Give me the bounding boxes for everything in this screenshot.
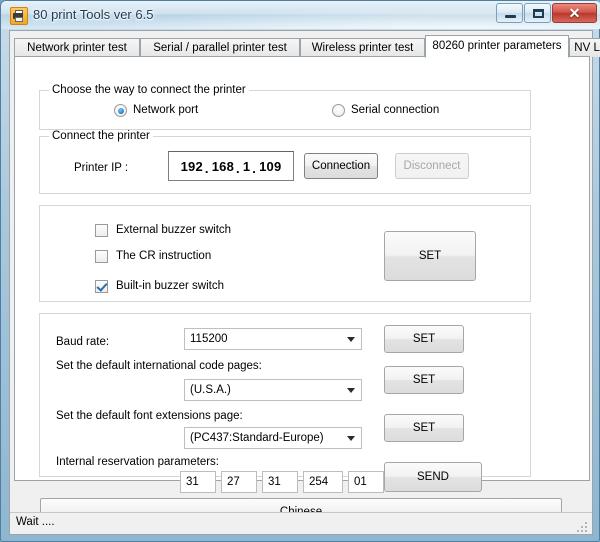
maximize-button[interactable]	[524, 3, 551, 23]
send-button[interactable]: SEND	[384, 462, 482, 492]
connect-printer-legend: Connect the printer	[49, 130, 153, 142]
reservation-input-3[interactable]: 31	[262, 471, 298, 493]
radio-serial-connection-label: Serial connection	[351, 104, 440, 116]
chevron-down-icon	[347, 436, 355, 441]
ip-octet-1[interactable]: 192	[180, 159, 204, 174]
close-button[interactable]: ✕	[552, 3, 597, 23]
code-pages-label: Set the default international code pages…	[56, 360, 262, 372]
reservation-input-2[interactable]: 27	[221, 471, 257, 493]
title-bar[interactable]: 80 print Tools ver 6.5 ✕	[1, 1, 600, 29]
tab-80260-printer-parameters[interactable]: 80260 printer parameters	[425, 35, 569, 58]
baud-rate-combo[interactable]: 115200	[184, 328, 362, 350]
printer-icon	[10, 7, 28, 25]
parameters-group: Baud rate: 115200 SET Set the default in…	[39, 313, 531, 493]
font-extensions-value: (PC437:Standard-Europe)	[190, 432, 324, 444]
minimize-button[interactable]	[496, 3, 523, 23]
caption-buttons: ✕	[496, 3, 597, 25]
connect-printer-group: Connect the printer Printer IP : 192 . 1…	[39, 130, 531, 194]
printer-icon-output	[15, 17, 23, 22]
status-text: Wait ....	[16, 516, 55, 528]
ip-octet-2[interactable]: 168	[211, 159, 235, 174]
chevron-down-icon	[347, 388, 355, 393]
maximize-icon	[533, 9, 544, 18]
ip-octet-4[interactable]: 109	[258, 159, 282, 174]
font-extensions-set-button[interactable]: SET	[384, 414, 464, 442]
tab-serial-parallel-printer-test[interactable]: Serial / parallel printer test	[140, 38, 300, 57]
checkbox-external-buzzer-switch[interactable]	[95, 224, 108, 237]
chevron-down-icon	[347, 337, 355, 342]
ip-separator-3: .	[252, 160, 257, 176]
reservation-input-1[interactable]: 31	[180, 471, 216, 493]
resize-grip[interactable]	[577, 520, 589, 532]
client-area: Network printer test Serial / parallel p…	[9, 30, 600, 535]
application-window: 80 print Tools ver 6.5 ✕ Network printer…	[0, 0, 600, 542]
status-bar: Wait ....	[10, 512, 592, 534]
code-pages-value: (U.S.A.)	[190, 384, 231, 396]
close-icon: ✕	[568, 5, 581, 21]
tab-nv-logo[interactable]: NV LOGO	[569, 38, 600, 57]
connect-way-legend: Choose the way to connect the printer	[49, 84, 249, 96]
baud-rate-set-button[interactable]: SET	[384, 325, 464, 353]
radio-network-port-label: Network port	[133, 104, 199, 116]
window-title: 80 print Tools ver 6.5	[33, 7, 154, 22]
switches-set-button[interactable]: SET	[384, 231, 476, 281]
switches-group: External buzzer switch The CR instructio…	[39, 205, 531, 302]
ip-octet-3[interactable]: 1	[242, 159, 251, 174]
connection-button[interactable]: Connection	[304, 153, 378, 179]
connect-way-group: Choose the way to connect the printer Ne…	[39, 84, 531, 130]
radio-network-port[interactable]	[114, 104, 127, 117]
baud-rate-value: 115200	[190, 333, 228, 345]
baud-rate-label: Baud rate:	[56, 336, 110, 348]
internal-reservation-label: Internal reservation parameters:	[56, 456, 219, 468]
checkbox-the-cr-instruction[interactable]	[95, 250, 108, 263]
font-extensions-label: Set the default font extensions page:	[56, 410, 243, 422]
checkbox-the-cr-instruction-label: The CR instruction	[116, 250, 212, 262]
code-pages-combo[interactable]: (U.S.A.)	[184, 379, 362, 401]
radio-serial-connection[interactable]	[332, 104, 345, 117]
font-extensions-combo[interactable]: (PC437:Standard-Europe)	[184, 427, 362, 449]
tab-network-printer-test[interactable]: Network printer test	[14, 38, 140, 57]
tab-wireless-printer-test[interactable]: Wireless printer test	[300, 38, 425, 57]
printer-ip-label: Printer IP :	[74, 162, 129, 174]
code-pages-set-button[interactable]: SET	[384, 366, 464, 394]
minimize-icon	[505, 15, 516, 18]
ip-separator-1: .	[204, 160, 209, 176]
tab-strip: Network printer test Serial / parallel p…	[14, 35, 600, 58]
reservation-input-5[interactable]: 01	[348, 471, 384, 493]
printer-ip-value: 192 . 168 . 1 . 109	[169, 152, 293, 180]
checkbox-built-in-buzzer-switch[interactable]	[95, 280, 108, 293]
checkbox-external-buzzer-switch-label: External buzzer switch	[116, 224, 232, 236]
checkbox-built-in-buzzer-switch-label: Built-in buzzer switch	[116, 280, 225, 292]
disconnect-button[interactable]: Disconnect	[395, 153, 469, 179]
ip-separator-2: .	[236, 160, 240, 176]
reservation-input-4[interactable]: 254	[303, 471, 343, 493]
tab-page-80260-printer-parameters: Choose the way to connect the printer Ne…	[14, 56, 590, 493]
printer-ip-input[interactable]: 192 . 168 . 1 . 109	[168, 151, 294, 181]
